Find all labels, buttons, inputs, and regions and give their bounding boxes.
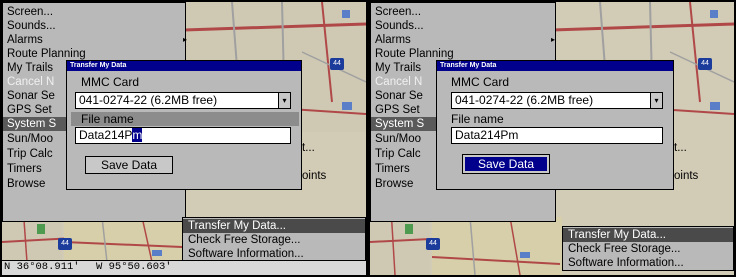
menu-item-software-information[interactable]: Software Information... [183,247,365,261]
menu-item-screen[interactable]: Screen... [375,5,421,19]
system-submenu: Transfer My Data... Check Free Storage..… [182,217,366,262]
menu-item-route-planning[interactable]: Route Planning [7,47,86,61]
menu-item-check-free-storage[interactable]: Check Free Storage... [563,242,733,256]
menu-item-sun-moon[interactable]: Sun/Moo [375,132,421,146]
submenu-fragment: oints [302,170,327,182]
menu-item-cancel: Cancel N [375,76,423,88]
file-name-label: File name [81,112,134,126]
menu-item-my-trails[interactable]: My Trails [375,61,421,75]
menu-item-transfer-my-data[interactable]: Transfer My Data... [183,219,365,233]
menu-item-sonar-setup[interactable]: Sonar Se [7,89,55,103]
save-data-button[interactable]: Save Data [462,154,550,174]
menu-item-trip-calc[interactable]: Trip Calc [375,147,421,161]
highway-shield-icon: 44 [58,238,72,250]
menu-item-route-planning[interactable]: Route Planning [375,47,454,61]
left-screen: 44 44 Screen... Sounds... Alarms ▸ Route … [0,0,368,277]
file-name-text: Data214P [79,128,133,142]
menu-item-sounds[interactable]: Sounds... [375,19,424,33]
menu-item-timers[interactable]: Timers [7,162,42,176]
submenu-fragment: t... [302,142,315,154]
submenu-arrow-icon: ▸ [551,35,556,44]
dialog-title: Transfer My Data [67,61,301,71]
menu-item-screen[interactable]: Screen... [7,5,53,19]
menu-item-sun-moon[interactable]: Sun/Moo [7,132,53,146]
status-bar: N 36°08.911' W 95°50.603' [2,260,366,275]
menu-item-browse[interactable]: Browse [7,177,45,191]
card-label: MMC Card [81,75,140,89]
card-select[interactable]: 041-0274-22 (6.2MB free) ▾ [451,92,663,109]
menu-item-alarms[interactable]: Alarms ▸ [7,33,189,47]
latitude-readout: N 36°08.911' [4,261,80,273]
transfer-dialog: Transfer My Data MMC Card 041-0274-22 (6… [66,60,302,190]
menu-item-browse[interactable]: Browse [375,177,413,191]
highway-shield-icon: 44 [426,238,440,250]
card-select-value: 041-0274-22 (6.2MB free) [79,93,218,107]
transfer-dialog: Transfer My Data MMC Card 041-0274-22 (6… [436,60,674,190]
menu-item-gps-setup[interactable]: GPS Set [375,103,420,117]
menu-item-alarms[interactable]: Alarms ▸ [375,33,559,47]
menu-item-trip-calc[interactable]: Trip Calc [7,147,53,161]
text-cursor: m [132,128,143,142]
menu-item-transfer-my-data[interactable]: Transfer My Data... [563,228,733,242]
menu-item-software-information[interactable]: Software Information... [563,256,733,270]
submenu-fragment: t... [674,142,687,154]
file-name-label: File name [451,112,504,126]
highway-shield-icon: 44 [698,58,712,70]
submenu-fragment: oints [674,170,699,182]
save-data-button[interactable]: Save Data [85,156,173,174]
dropdown-arrow-icon[interactable]: ▾ [650,93,662,108]
file-name-input[interactable]: Data214Pm [75,127,291,144]
file-name-input[interactable]: Data214Pm [451,127,663,144]
dialog-title: Transfer My Data [437,61,673,71]
menu-item-my-trails[interactable]: My Trails [7,61,53,75]
card-label: MMC Card [451,75,510,89]
longitude-readout: W 95°50.603' [96,261,172,273]
menu-item-sounds[interactable]: Sounds... [7,19,56,33]
menu-item-cancel: Cancel N [7,76,55,88]
menu-item-check-free-storage[interactable]: Check Free Storage... [183,233,365,247]
system-submenu: Transfer My Data... Check Free Storage..… [562,226,734,271]
card-select[interactable]: 041-0274-22 (6.2MB free) ▾ [75,92,291,109]
menu-item-gps-setup[interactable]: GPS Set [7,103,52,117]
card-select-value: 041-0274-22 (6.2MB free) [455,93,594,107]
highway-shield-icon: 44 [330,58,344,70]
menu-item-sonar-setup[interactable]: Sonar Se [375,89,423,103]
dropdown-arrow-icon[interactable]: ▾ [278,93,290,108]
file-name-text: Data214Pm [455,128,519,142]
right-screen: 44 44 Screen... Sounds... Alarms ▸ Route … [368,0,736,277]
menu-item-timers[interactable]: Timers [375,162,410,176]
submenu-arrow-icon: ▸ [183,35,188,44]
